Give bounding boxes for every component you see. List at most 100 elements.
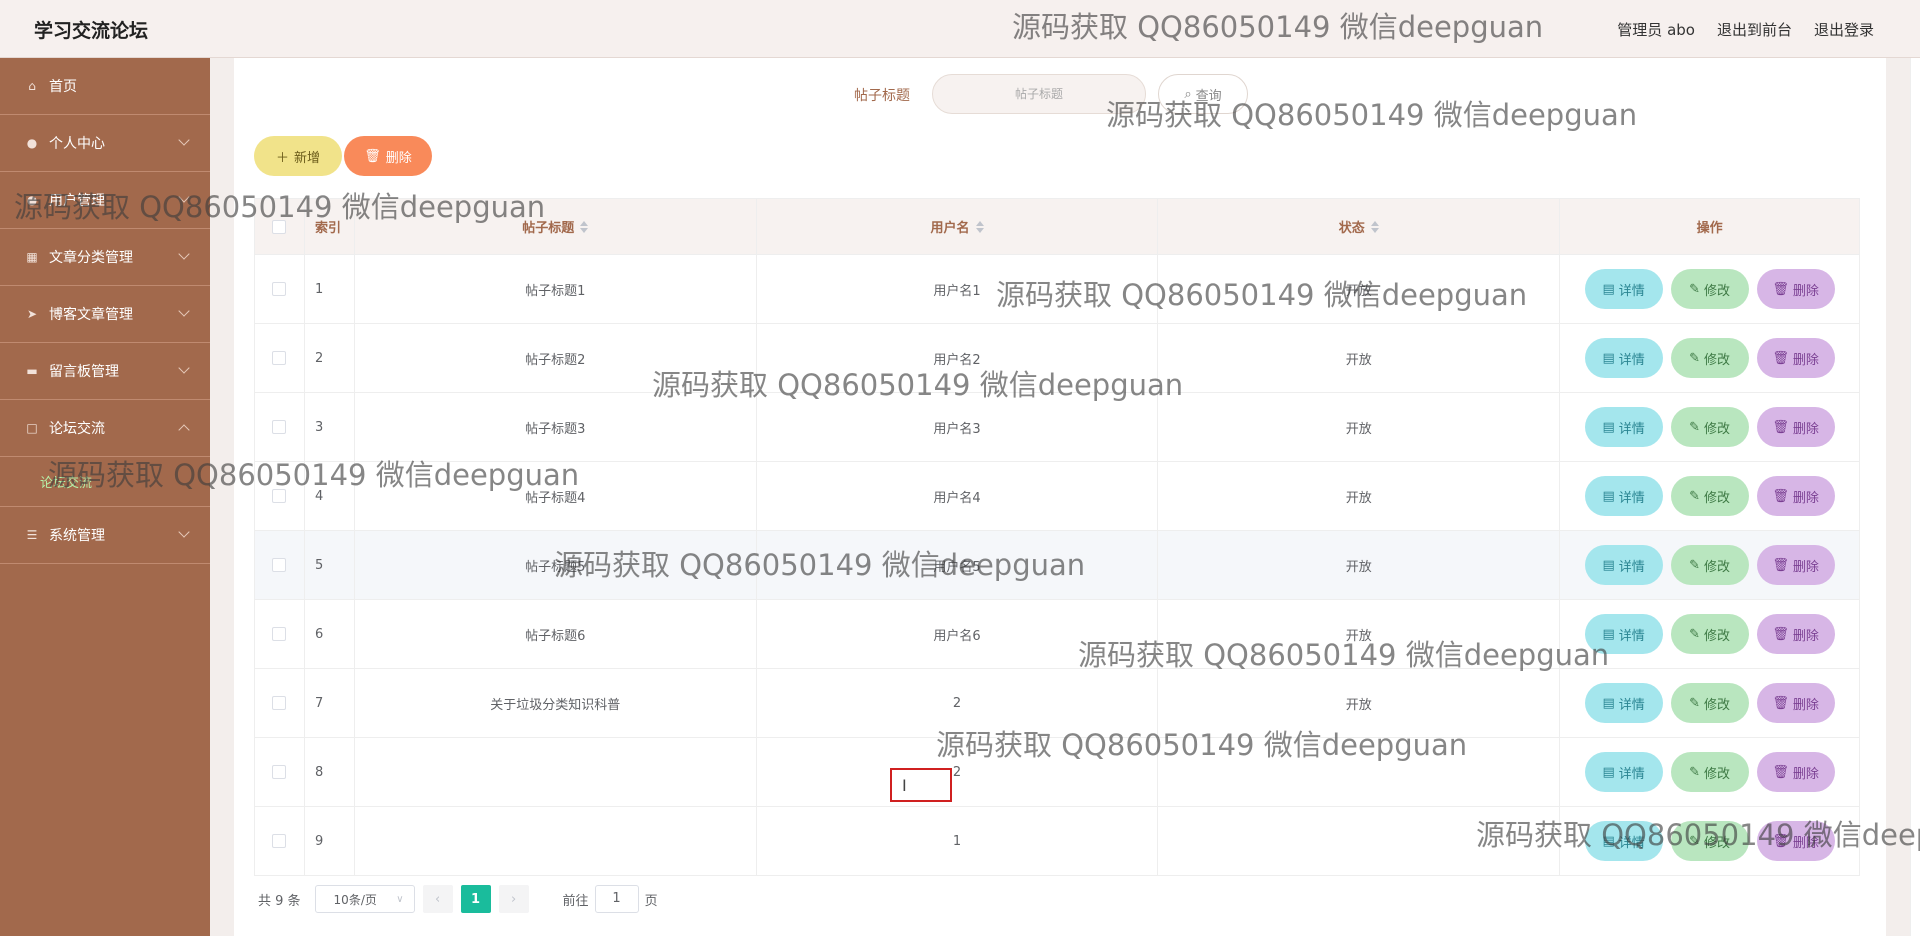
table-header-row: 索引 帖子标题 用户名 状态 操作 xyxy=(255,199,1860,255)
table-row: 6 帖子标题6 用户名6 开放 ▤ 详情 ✎ 修改 🗑 删除 xyxy=(255,600,1860,669)
delete-button[interactable]: 🗑 删除 xyxy=(1756,338,1835,378)
table-row: 1 帖子标题1 用户名1 开放 ▤ 详情 ✎ 修改 🗑 删除 xyxy=(255,255,1860,324)
cell-status: 开放 xyxy=(1158,669,1561,737)
top-header: 学习交流论坛 管理员 abo 退出到前台 退出登录 xyxy=(0,0,1920,58)
scrollbar[interactable] xyxy=(1910,58,1920,936)
chevron-down-icon xyxy=(178,305,190,317)
table-body: 1 帖子标题1 用户名1 开放 ▤ 详情 ✎ 修改 🗑 删除 2 帖子标题2 用户名2 开放 ▤ 详情 ✎ 修改 🗑… xyxy=(255,255,1860,876)
sidebar-item-label: 个人中心 xyxy=(49,136,105,152)
sort-icon[interactable] xyxy=(580,220,589,233)
sidebar-item-profile[interactable]: ● 个人中心 xyxy=(0,115,210,172)
next-page-button[interactable]: › xyxy=(498,885,529,913)
pencil-icon: ✎ xyxy=(1689,695,1701,711)
sidebar-item-home[interactable]: ⌂ 首页 xyxy=(0,58,210,115)
edit-button[interactable]: ✎ 修改 xyxy=(1670,269,1749,309)
column-header-index: 索引 xyxy=(305,199,355,254)
add-button-label: 新增 xyxy=(294,150,321,166)
detail-button[interactable]: ▤ 详情 xyxy=(1584,338,1663,378)
edit-button[interactable]: ✎ 修改 xyxy=(1670,476,1749,516)
page-size-select[interactable]: 10条/页 ∨ xyxy=(314,885,415,913)
cell-index: 7 xyxy=(305,669,355,737)
document-icon: ▤ xyxy=(1602,557,1615,573)
row-checkbox[interactable] xyxy=(272,765,287,779)
detail-button[interactable]: ▤ 详情 xyxy=(1584,545,1663,585)
column-header-status[interactable]: 状态 xyxy=(1158,199,1561,254)
sidebar-item-system[interactable]: ☰ 系统管理 xyxy=(0,507,210,564)
cell-index: 4 xyxy=(305,462,355,530)
detail-button[interactable]: ▤ 详情 xyxy=(1584,821,1663,861)
goto-page-input[interactable]: 1 xyxy=(594,885,639,913)
column-header-title[interactable]: 帖子标题 xyxy=(355,199,757,254)
page-suffix: 页 xyxy=(644,893,658,909)
trash-icon: 🗑 xyxy=(1772,764,1789,780)
row-checkbox[interactable] xyxy=(272,696,287,710)
logout-link[interactable]: 退出登录 xyxy=(1814,19,1874,40)
delete-button[interactable]: 🗑 删除 xyxy=(1756,407,1835,447)
search-button[interactable]: ⌕ 查询 xyxy=(1158,74,1248,114)
edit-button[interactable]: ✎ 修改 xyxy=(1670,407,1749,447)
edit-button[interactable]: ✎ 修改 xyxy=(1670,614,1749,654)
delete-button[interactable]: 🗑 删除 xyxy=(1756,752,1835,792)
grid-icon: ▦ xyxy=(26,250,38,264)
detail-button[interactable]: ▤ 详情 xyxy=(1584,407,1663,447)
delete-button[interactable]: 🗑 删除 xyxy=(1756,614,1835,654)
table-row: 3 帖子标题3 用户名3 开放 ▤ 详情 ✎ 修改 🗑 删除 xyxy=(255,393,1860,462)
row-checkbox[interactable] xyxy=(272,834,287,848)
sort-icon[interactable] xyxy=(1370,220,1379,233)
edit-button[interactable]: ✎ 修改 xyxy=(1670,752,1749,792)
page-number-current[interactable]: 1 xyxy=(460,885,491,913)
detail-button[interactable]: ▤ 详情 xyxy=(1584,269,1663,309)
edit-button[interactable]: ✎ 修改 xyxy=(1670,683,1749,723)
pencil-icon: ✎ xyxy=(1689,833,1701,849)
detail-button[interactable]: ▤ 详情 xyxy=(1584,752,1663,792)
delete-button[interactable]: 🗑 删除 xyxy=(1756,821,1835,861)
sidebar-item-blog-articles[interactable]: ➤ 博客文章管理 xyxy=(0,286,210,343)
sidebar-subitem-forum[interactable]: 论坛交流 xyxy=(0,457,210,507)
trash-icon: 🗑 xyxy=(1772,557,1789,573)
select-all-checkbox[interactable] xyxy=(272,219,287,234)
edit-button[interactable]: ✎ 修改 xyxy=(1670,338,1749,378)
row-checkbox[interactable] xyxy=(272,351,287,365)
delete-button-label: 删除 xyxy=(1792,559,1819,575)
add-button[interactable]: ＋ 新增 xyxy=(254,136,342,176)
edit-button[interactable]: ✎ 修改 xyxy=(1670,545,1749,585)
sidebar-item-users[interactable]: ● 用户管理 xyxy=(0,172,210,229)
sidebar-item-label: 留言板管理 xyxy=(49,364,119,380)
sidebar-item-forum[interactable]: □ 论坛交流 xyxy=(0,400,210,457)
detail-button[interactable]: ▤ 详情 xyxy=(1584,683,1663,723)
detail-button[interactable]: ▤ 详情 xyxy=(1584,476,1663,516)
row-checkbox[interactable] xyxy=(272,558,287,572)
cell-user: 用户名3 xyxy=(757,393,1159,461)
back-to-front-link[interactable]: 退出到前台 xyxy=(1717,19,1792,40)
trash-icon: 🗑 xyxy=(1772,833,1789,849)
row-checkbox-cell xyxy=(255,255,305,323)
delete-button[interactable]: 🗑 删除 xyxy=(1756,683,1835,723)
text-cursor-icon: I xyxy=(902,776,907,795)
delete-button[interactable]: 🗑 删除 xyxy=(1756,476,1835,516)
detail-button-label: 详情 xyxy=(1618,283,1645,299)
row-checkbox[interactable] xyxy=(272,627,287,641)
trash-icon: 🗑 xyxy=(1772,626,1789,642)
column-header-user[interactable]: 用户名 xyxy=(757,199,1159,254)
detail-button-label: 详情 xyxy=(1618,421,1645,437)
search-input[interactable]: 帖子标题 xyxy=(932,74,1146,114)
sidebar-item-article-category[interactable]: ▦ 文章分类管理 xyxy=(0,229,210,286)
batch-delete-button[interactable]: 🗑 删除 xyxy=(344,136,432,176)
delete-button[interactable]: 🗑 删除 xyxy=(1756,269,1835,309)
text-cursor-highlight: I xyxy=(890,768,952,802)
row-checkbox[interactable] xyxy=(272,282,287,296)
cell-index: 9 xyxy=(305,807,355,875)
sidebar-item-message-board[interactable]: ▬ 留言板管理 xyxy=(0,343,210,400)
sort-icon[interactable] xyxy=(975,220,984,233)
row-checkbox[interactable] xyxy=(272,420,287,434)
delete-button-label: 删除 xyxy=(1792,628,1819,644)
pencil-icon: ✎ xyxy=(1689,350,1701,366)
forum-icon: □ xyxy=(26,421,38,435)
prev-page-button[interactable]: ‹ xyxy=(422,885,453,913)
row-checkbox[interactable] xyxy=(272,489,287,503)
delete-button[interactable]: 🗑 删除 xyxy=(1756,545,1835,585)
edit-button[interactable]: ✎ 修改 xyxy=(1670,821,1749,861)
row-checkbox-cell xyxy=(255,393,305,461)
table-row: 8 2 ▤ 详情 ✎ 修改 🗑 删除 xyxy=(255,738,1860,807)
detail-button[interactable]: ▤ 详情 xyxy=(1584,614,1663,654)
